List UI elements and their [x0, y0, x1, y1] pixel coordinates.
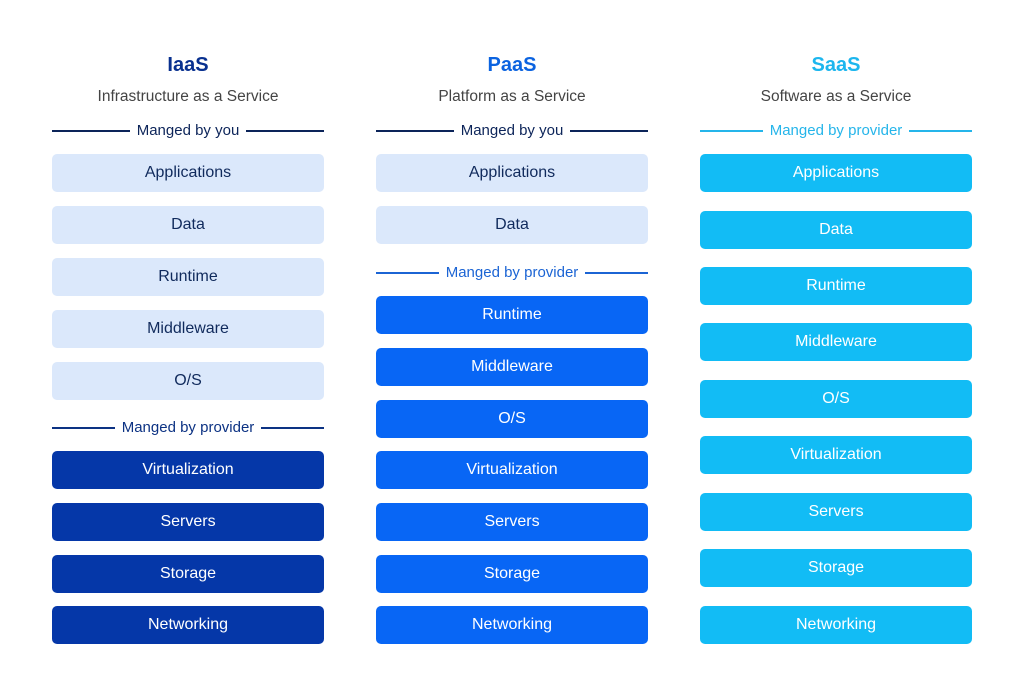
divider-line	[585, 272, 649, 274]
column-title: PaaS	[487, 54, 537, 76]
layer-box: Storage	[700, 549, 972, 587]
layer-box: Middleware	[700, 323, 972, 361]
divider-line	[909, 130, 973, 132]
layer-box: Middleware	[376, 348, 648, 386]
column-subtitle: Infrastructure as a Service	[97, 88, 279, 105]
divider-line	[261, 427, 325, 429]
layer-box: Applications	[700, 154, 972, 192]
divider-label: Manged by provider	[769, 122, 903, 139]
layer-box: Storage	[376, 555, 648, 593]
layer-box: Servers	[700, 493, 972, 531]
divider-line	[700, 130, 763, 132]
layer-box: O/S	[376, 400, 648, 438]
layer-box: Networking	[376, 606, 648, 644]
layer-box: Virtualization	[52, 451, 324, 489]
layer-box: Applications	[376, 154, 648, 192]
divider-line	[246, 130, 325, 132]
column-subtitle: Software as a Service	[760, 88, 912, 105]
layer-box: Servers	[52, 503, 324, 541]
divider-line	[376, 272, 439, 274]
layer-box: Data	[52, 206, 324, 244]
divider-line	[52, 130, 130, 132]
layer-box: Applications	[52, 154, 324, 192]
layer-box: Virtualization	[700, 436, 972, 474]
column-title: IaaS	[167, 54, 209, 76]
managed-by-you-divider: Manged by you	[52, 121, 325, 141]
layer-box: Servers	[376, 503, 648, 541]
layer-box: Runtime	[700, 267, 972, 305]
layer-box: Data	[700, 211, 972, 249]
layer-box: Runtime	[52, 258, 324, 296]
layer-box: Runtime	[376, 296, 648, 334]
managed-by-you-divider: Manged by you	[376, 121, 649, 141]
layer-box: Middleware	[52, 310, 324, 348]
managed-by-provider-divider: Manged by provider	[376, 263, 649, 283]
divider-line	[52, 427, 115, 429]
layer-box: Virtualization	[376, 451, 648, 489]
divider-label: Manged by provider	[445, 264, 579, 281]
layer-box: Data	[376, 206, 648, 244]
layer-box: Storage	[52, 555, 324, 593]
divider-label: Manged by you	[460, 122, 564, 139]
divider-label: Manged by you	[136, 122, 240, 139]
managed-by-provider-divider: Manged by provider	[52, 418, 325, 438]
column-subtitle: Platform as a Service	[438, 88, 586, 105]
divider-line	[570, 130, 649, 132]
layer-box: Networking	[52, 606, 324, 644]
divider-label: Manged by provider	[121, 419, 255, 436]
managed-by-provider-divider: Manged by provider	[700, 121, 973, 141]
layer-box: O/S	[700, 380, 972, 418]
column-title: SaaS	[811, 54, 861, 76]
layer-box: Networking	[700, 606, 972, 644]
divider-line	[376, 130, 454, 132]
layer-box: O/S	[52, 362, 324, 400]
